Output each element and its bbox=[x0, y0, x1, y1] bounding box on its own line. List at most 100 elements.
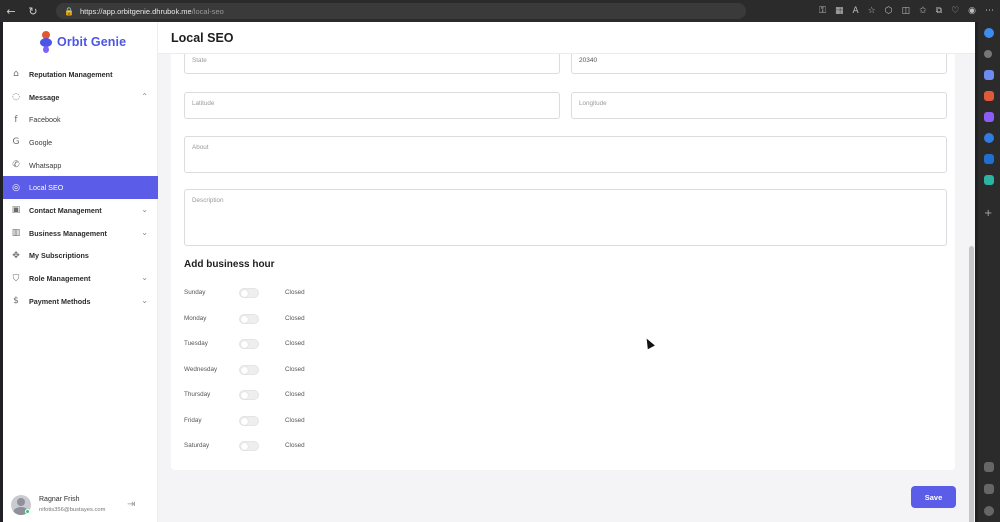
save-button[interactable]: Save bbox=[911, 486, 956, 508]
hour-toggle[interactable] bbox=[239, 441, 259, 451]
day-label: Tuesday bbox=[184, 340, 208, 347]
sidebar-item-facebook[interactable]: f Facebook bbox=[3, 108, 158, 131]
location-icon: ◎ bbox=[12, 182, 20, 193]
outlook-icon[interactable] bbox=[984, 154, 994, 164]
hour-toggle[interactable] bbox=[239, 288, 259, 298]
sidebar-item-local-seo[interactable]: ◎ Local SEO bbox=[3, 176, 158, 200]
logout-icon[interactable]: ⇥ bbox=[127, 499, 135, 510]
business-hour-row-saturday: Saturday Closed bbox=[184, 439, 384, 453]
description-field[interactable]: Description bbox=[184, 189, 947, 246]
address-bar[interactable]: 🔒 https://app.orbitgenie.dhrubok.me/loca… bbox=[56, 3, 746, 19]
key-icon[interactable]: ⚿ bbox=[819, 6, 826, 16]
layout-icon[interactable] bbox=[984, 484, 994, 494]
hour-toggle[interactable] bbox=[239, 390, 259, 400]
favorites-icon[interactable]: ✩ bbox=[919, 6, 927, 16]
chevron-up-icon: ⌃ bbox=[141, 91, 148, 101]
page-header: Local SEO bbox=[158, 22, 975, 54]
sidebar-item-label: Message bbox=[29, 92, 60, 102]
hour-toggle[interactable] bbox=[239, 313, 259, 324]
page-scrollbar[interactable] bbox=[969, 246, 974, 522]
toolbox-icon[interactable] bbox=[984, 91, 994, 101]
send-icon[interactable] bbox=[984, 175, 994, 185]
sidebar-item-whatsapp[interactable]: ✆ Whatsapp bbox=[3, 154, 158, 177]
longitude-field[interactable]: Longitude bbox=[571, 92, 947, 119]
sidebar-item-label: Contact Management bbox=[29, 205, 102, 215]
sidebar-item-my-subscriptions[interactable]: ✥ My Subscriptions bbox=[3, 245, 158, 268]
hour-status: Closed bbox=[285, 442, 305, 449]
back-arrow-icon[interactable]: ← bbox=[0, 0, 22, 22]
sidebar-item-label: Role Management bbox=[29, 274, 91, 284]
sidebar-item-role-management[interactable]: ⛉ Role Management ⌄ bbox=[3, 267, 158, 290]
add-icon[interactable]: + bbox=[984, 209, 994, 219]
url-text: https://app.orbitgenie.dhrubok.me/local-… bbox=[79, 6, 224, 16]
longitude-placeholder: Longitude bbox=[579, 100, 607, 107]
contact-icon: ▣ bbox=[11, 205, 21, 216]
hour-toggle[interactable] bbox=[239, 364, 259, 375]
sidebar-item-reputation-management[interactable]: ⌂ Reputation Management bbox=[3, 63, 158, 86]
reload-icon[interactable]: ↻ bbox=[22, 0, 44, 22]
day-label: Monday bbox=[184, 314, 207, 322]
day-label: Thursday bbox=[184, 391, 211, 398]
chevron-down-icon: ⌄ bbox=[141, 295, 148, 305]
copilot-app-icon[interactable] bbox=[984, 133, 994, 143]
lock-icon: 🔒 bbox=[64, 6, 74, 16]
extension-icon[interactable]: ⬡ bbox=[885, 6, 893, 16]
zip-code-value: 20340 bbox=[579, 57, 598, 64]
more-icon[interactable]: ⋯ bbox=[985, 6, 994, 16]
settings-icon[interactable] bbox=[984, 506, 994, 516]
sidebar-item-google[interactable]: G Google bbox=[3, 131, 158, 154]
business-hour-row-tuesday: Tuesday Closed bbox=[184, 337, 384, 351]
description-placeholder: Description bbox=[192, 197, 224, 204]
subscription-icon: ✥ bbox=[12, 250, 20, 261]
page-title: Local SEO bbox=[171, 31, 234, 45]
hour-toggle[interactable] bbox=[239, 415, 259, 426]
business-hour-title: Add business hour bbox=[184, 259, 275, 270]
business-hour-row-sunday: Sunday Closed bbox=[184, 286, 384, 300]
star-icon[interactable]: ☆ bbox=[868, 6, 876, 16]
latitude-placeholder: Latitude bbox=[192, 100, 215, 107]
hour-toggle[interactable] bbox=[239, 339, 259, 349]
search-icon[interactable] bbox=[984, 50, 992, 58]
sidebar-item-label: Google bbox=[29, 137, 53, 147]
online-status-dot bbox=[25, 509, 30, 514]
local-seo-form-card: State 20340 Latitude Longitude About Des… bbox=[171, 42, 955, 470]
sidebar-item-label: Local SEO bbox=[29, 183, 64, 193]
user-profile[interactable]: Ragnar Frish nifotis356@bustayes.com ⇥ bbox=[3, 487, 158, 522]
heart-icon[interactable]: ♡ bbox=[951, 6, 959, 16]
grid-icon[interactable]: ▦ bbox=[835, 6, 844, 16]
browser-toolbar: ← ↻ 🔒 https://app.orbitgenie.dhrubok.me/… bbox=[0, 0, 1000, 22]
logo[interactable]: Orbit Genie bbox=[39, 31, 126, 53]
chevron-down-icon: ⌄ bbox=[141, 273, 148, 283]
bell-icon[interactable] bbox=[984, 28, 994, 38]
google-icon: G bbox=[12, 137, 20, 148]
dollar-icon: $ bbox=[13, 296, 19, 307]
sidebar-item-business-management[interactable]: ▥ Business Management ⌄ bbox=[3, 222, 158, 245]
hour-status: Closed bbox=[285, 416, 305, 424]
person-icon[interactable] bbox=[984, 112, 994, 122]
screen-icon[interactable] bbox=[984, 462, 994, 472]
chevron-down-icon: ⌄ bbox=[141, 205, 148, 215]
sidebar-item-contact-management[interactable]: ▣ Contact Management ⌄ bbox=[3, 199, 158, 222]
hour-status: Closed bbox=[285, 314, 305, 322]
sidebar-item-payment-methods[interactable]: $ Payment Methods ⌄ bbox=[3, 290, 158, 313]
business-hour-row-monday: Monday Closed bbox=[184, 312, 384, 326]
split-screen-icon[interactable]: ◫ bbox=[902, 6, 911, 16]
sidebar-item-message[interactable]: ◌ Message ⌃ bbox=[3, 86, 158, 109]
copilot-icon[interactable]: ◉ bbox=[968, 6, 976, 16]
hour-status: Closed bbox=[285, 340, 305, 347]
whatsapp-icon: ✆ bbox=[12, 160, 20, 171]
building-icon: ⌂ bbox=[13, 69, 19, 80]
read-aloud-icon[interactable]: A bbox=[852, 6, 858, 16]
about-field[interactable]: About bbox=[184, 136, 947, 173]
business-hour-row-wednesday: Wednesday Closed bbox=[184, 363, 384, 377]
sidebar-item-label: Facebook bbox=[29, 115, 61, 125]
business-hour-row-thursday: Thursday Closed bbox=[184, 388, 384, 402]
genie-logo-icon bbox=[39, 31, 53, 53]
collections-icon[interactable]: ⧉ bbox=[936, 6, 942, 16]
sidebar-menu: ⌂ Reputation Management ◌ Message ⌃ f Fa… bbox=[3, 63, 158, 313]
day-label: Wednesday bbox=[184, 365, 218, 373]
business-icon: ▥ bbox=[11, 228, 21, 239]
tag-icon[interactable] bbox=[984, 70, 994, 80]
latitude-field[interactable]: Latitude bbox=[184, 92, 560, 119]
edge-sidebar: + bbox=[978, 22, 1000, 522]
